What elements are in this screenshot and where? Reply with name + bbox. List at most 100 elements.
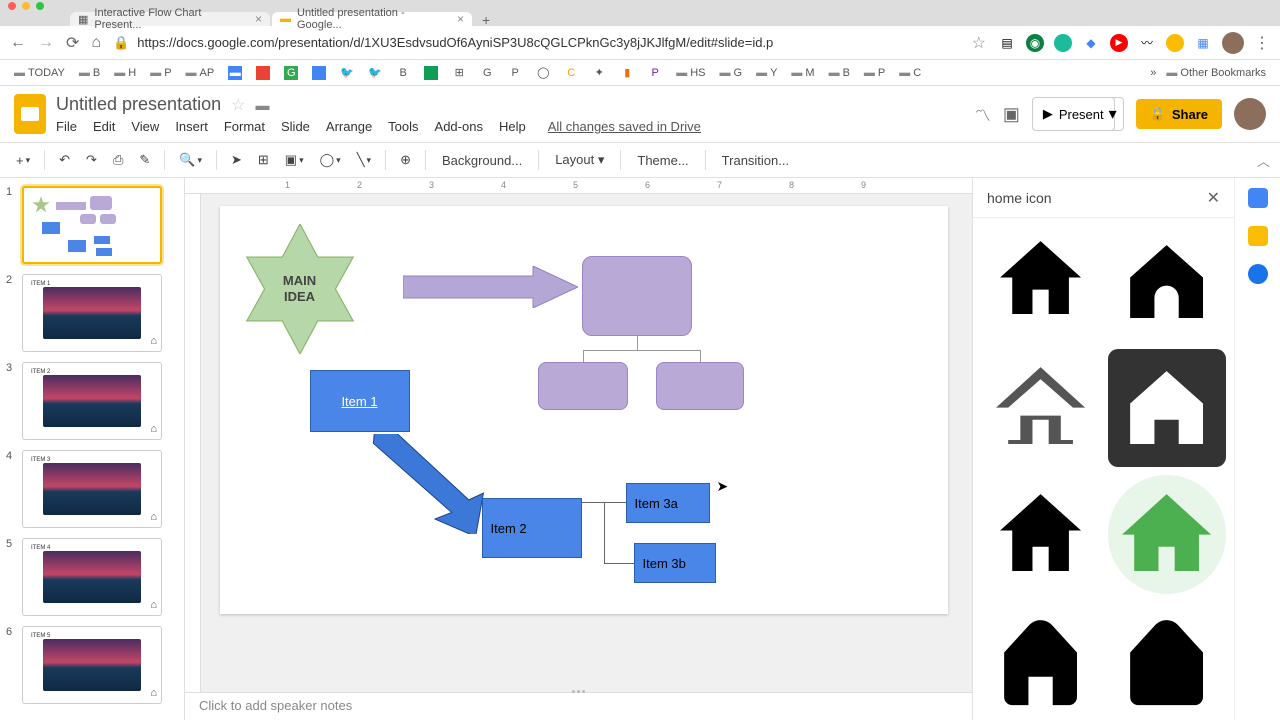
- bookmark[interactable]: ▬P: [146, 65, 175, 81]
- window-close-icon[interactable]: [8, 2, 16, 10]
- comment-icon[interactable]: ⊕: [394, 148, 417, 172]
- ext-icon[interactable]: [1166, 34, 1184, 52]
- process-arrow-shape[interactable]: [360, 434, 490, 534]
- shape-icon[interactable]: ◯▾: [314, 148, 347, 172]
- bookmark[interactable]: ▮: [616, 64, 638, 82]
- bookmark[interactable]: [308, 64, 330, 82]
- close-icon[interactable]: ✕: [1207, 188, 1220, 208]
- bookmark[interactable]: ▬: [224, 64, 246, 82]
- rect-shape[interactable]: Item 2: [482, 498, 582, 558]
- connector[interactable]: [700, 350, 701, 362]
- paint-icon[interactable]: ✎: [133, 148, 156, 172]
- bookmark[interactable]: ▬C: [895, 65, 925, 81]
- url-field[interactable]: 🔒 https://docs.google.com/presentation/d…: [113, 35, 960, 51]
- star-icon[interactable]: ☆: [972, 33, 986, 53]
- bookmark[interactable]: ▬B: [825, 65, 854, 81]
- menu-help[interactable]: Help: [499, 119, 526, 134]
- result-home-icon[interactable]: [981, 602, 1100, 720]
- browser-tab[interactable]: ▦ Interactive Flow Chart Present... ×: [70, 12, 270, 26]
- collapse-icon[interactable]: ︿: [1257, 151, 1270, 170]
- bookmark[interactable]: G: [476, 64, 498, 82]
- bookmark[interactable]: B: [392, 64, 414, 82]
- connector[interactable]: [637, 336, 638, 350]
- menu-view[interactable]: View: [131, 119, 159, 134]
- result-home-icon[interactable]: [981, 349, 1100, 468]
- slide-thumb[interactable]: 1: [6, 186, 178, 264]
- slide-panel[interactable]: 1 2 ITEM 1⌂ 3 ITEM 2⌂: [0, 178, 185, 720]
- result-home-icon[interactable]: [1108, 349, 1227, 468]
- bookmark[interactable]: ✦: [588, 64, 610, 82]
- result-home-icon[interactable]: [1108, 602, 1227, 720]
- line-icon[interactable]: ╲▾: [351, 148, 377, 172]
- bookmark[interactable]: ▬H: [110, 65, 140, 81]
- doc-title[interactable]: Untitled presentation: [56, 94, 221, 115]
- slide-canvas[interactable]: MAIN IDEA Item 1 Process Item 2: [220, 206, 948, 614]
- drag-handle-icon[interactable]: [567, 690, 591, 694]
- star-shape[interactable]: MAIN IDEA: [240, 224, 360, 354]
- close-icon[interactable]: ×: [457, 12, 464, 26]
- other-bookmarks[interactable]: ▬Other Bookmarks: [1162, 65, 1270, 81]
- bookmark[interactable]: ▬M: [787, 65, 818, 81]
- select-icon[interactable]: ➤: [225, 148, 248, 172]
- redo-icon[interactable]: ↷: [80, 148, 103, 172]
- bookmark[interactable]: ▬Y: [752, 65, 781, 81]
- home-icon[interactable]: ⌂: [91, 34, 101, 52]
- menu-tools[interactable]: Tools: [388, 119, 418, 134]
- connector[interactable]: [604, 563, 634, 564]
- bookmark[interactable]: ▬HS: [672, 65, 709, 81]
- slide-thumb[interactable]: 3 ITEM 2⌂: [6, 362, 178, 440]
- undo-icon[interactable]: ↶: [53, 148, 76, 172]
- save-status[interactable]: All changes saved in Drive: [548, 119, 701, 134]
- image-icon[interactable]: ▣▾: [279, 148, 310, 172]
- menu-file[interactable]: File: [56, 119, 77, 134]
- menu-addons[interactable]: Add-ons: [435, 119, 483, 134]
- slides-logo-icon[interactable]: [14, 94, 46, 134]
- zoom-icon[interactable]: 🔍▾: [173, 148, 208, 172]
- bookmark[interactable]: ⊞: [448, 64, 470, 82]
- window-max-icon[interactable]: [36, 2, 44, 10]
- layout-button[interactable]: Layout ▾: [547, 148, 612, 172]
- slide-thumb[interactable]: 5 ITEM 4⌂: [6, 538, 178, 616]
- arrow-shape[interactable]: [403, 266, 578, 308]
- present-dropdown[interactable]: ▾: [1103, 97, 1124, 131]
- menu-arrange[interactable]: Arrange: [326, 119, 372, 134]
- ext-icon[interactable]: ▶: [1110, 34, 1128, 52]
- bookmark[interactable]: [420, 64, 442, 82]
- slide-thumb[interactable]: 2 ITEM 1⌂: [6, 274, 178, 352]
- ext-icon[interactable]: ◉: [1026, 34, 1044, 52]
- theme-button[interactable]: Theme...: [629, 149, 696, 172]
- connector[interactable]: [583, 350, 584, 362]
- bookmark[interactable]: ▬B: [75, 65, 104, 81]
- search-input[interactable]: [987, 190, 1197, 206]
- bookmark[interactable]: ▬P: [860, 65, 889, 81]
- result-home-icon[interactable]: [981, 475, 1100, 594]
- menu-insert[interactable]: Insert: [175, 119, 208, 134]
- menu-icon[interactable]: ⋮: [1254, 33, 1270, 53]
- slide-thumb[interactable]: 6 ITEM 5⌂: [6, 626, 178, 704]
- new-slide-button[interactable]: +▾: [10, 149, 36, 172]
- bookmark[interactable]: ▬TODAY: [10, 65, 69, 81]
- new-tab-button[interactable]: +: [474, 12, 498, 26]
- bookmark[interactable]: G: [280, 64, 302, 82]
- activity-icon[interactable]: 〽: [975, 102, 991, 126]
- ext-icon[interactable]: [1054, 34, 1072, 52]
- reload-icon[interactable]: ⟳: [66, 33, 79, 53]
- bookmark[interactable]: [252, 64, 274, 82]
- rounded-rect-shape[interactable]: [538, 362, 628, 410]
- search-results[interactable]: [973, 218, 1234, 720]
- back-icon[interactable]: ←: [10, 34, 26, 52]
- bookmark[interactable]: ◯: [532, 64, 554, 82]
- connector[interactable]: [583, 350, 701, 351]
- result-home-icon[interactable]: [1108, 222, 1227, 341]
- print-icon[interactable]: ⎙: [107, 148, 129, 172]
- keep-icon[interactable]: [1248, 226, 1268, 246]
- bookmark[interactable]: P: [644, 64, 666, 82]
- overflow-icon[interactable]: »: [1150, 67, 1156, 79]
- ext-icon[interactable]: ▤: [998, 34, 1016, 52]
- bookmark[interactable]: ▬AP: [182, 65, 219, 81]
- share-button[interactable]: 🔒 Share: [1136, 99, 1222, 129]
- folder-icon[interactable]: ▬: [255, 97, 269, 113]
- canvas-area[interactable]: 1 2 3 4 5 6 7 8 9 MAIN IDEA: [185, 178, 972, 720]
- forward-icon[interactable]: →: [38, 34, 54, 52]
- ext-icon[interactable]: ▦: [1194, 34, 1212, 52]
